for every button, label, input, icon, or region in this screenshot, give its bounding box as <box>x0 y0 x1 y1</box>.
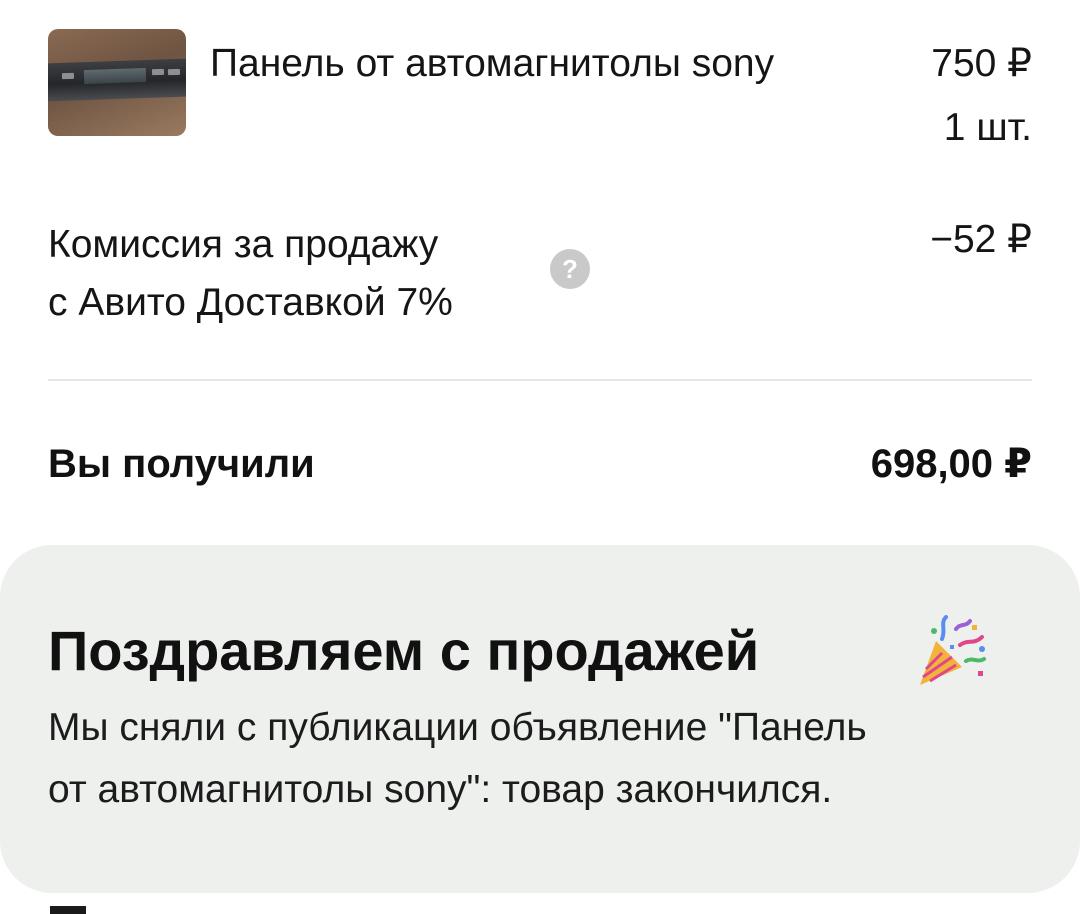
total-label: Вы получили <box>48 442 315 486</box>
product-quantity: 1 шт. <box>943 106 1032 149</box>
congrats-message: Мы сняли с публикации объявление "Панель… <box>48 697 1038 821</box>
party-popper-icon <box>920 615 986 685</box>
help-icon[interactable]: ? <box>550 249 590 289</box>
thumbnail-panel-display <box>83 67 147 85</box>
thumbnail-panel-button <box>151 68 165 76</box>
product-price: 750 ₽ <box>931 42 1032 85</box>
next-section-peek <box>50 906 86 914</box>
commission-label-line2: с Авито Доставкой 7% <box>48 281 453 324</box>
total-value: 698,00 ₽ <box>870 442 1032 486</box>
product-title[interactable]: Панель от автомагнитолы sony <box>210 40 774 88</box>
thumbnail-panel-button <box>167 68 181 76</box>
product-thumbnail[interactable] <box>48 29 186 136</box>
divider <box>48 379 1032 381</box>
congrats-title: Поздравляем с продажей <box>48 619 760 682</box>
congrats-message-line1: Мы сняли с публикации объявление "Панель <box>48 706 867 749</box>
commission-value: −52 ₽ <box>930 218 1032 261</box>
congrats-message-line2: от автомагнитолы sony": товар закончился… <box>48 768 833 811</box>
commission-label: Комиссия за продажу с Авито Доставкой 7% <box>48 216 548 332</box>
commission-label-line1: Комиссия за продажу <box>48 223 439 266</box>
thumbnail-panel-button <box>61 72 75 80</box>
congrats-card: Поздравляем с продажей Мы сняли с публик… <box>0 545 1080 893</box>
